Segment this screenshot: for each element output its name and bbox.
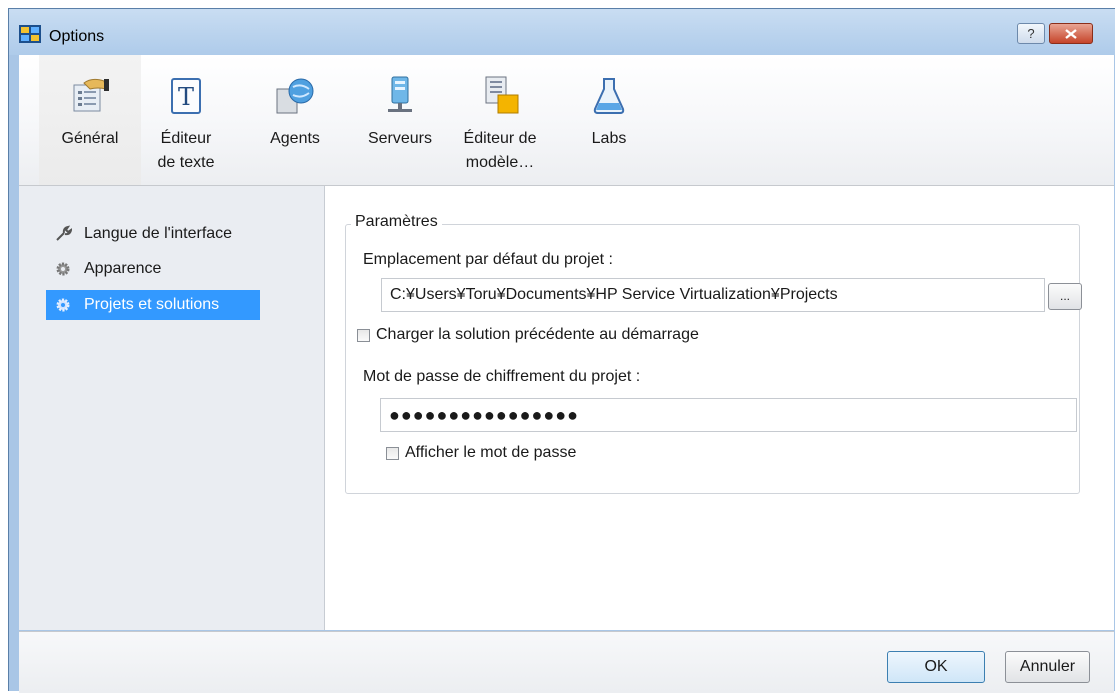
help-button[interactable]: ?	[1017, 23, 1045, 44]
close-button[interactable]	[1049, 23, 1093, 44]
text-editor-icon: T	[171, 78, 201, 114]
default-location-label: Emplacement par défaut du projet :	[363, 251, 613, 268]
tool-label: Serveurs	[367, 130, 433, 147]
window-title: Options	[49, 28, 105, 45]
sidebar-item-label: Langue de l'interface	[84, 225, 233, 242]
dialog-footer: OK Annuler	[19, 631, 1114, 693]
sidebar-item-label: Apparence	[84, 260, 162, 277]
gear-icon	[54, 260, 72, 278]
tool-label: Éditeur de texte	[157, 130, 215, 171]
title-bar[interactable]: Options ?	[9, 9, 1115, 55]
general-settings-icon	[73, 78, 109, 112]
agents-globe-icon	[276, 78, 314, 114]
tool-label: Général	[61, 130, 119, 147]
sidebar-item-projects-solutions[interactable]: Projets et solutions	[46, 290, 260, 320]
category-toolbar: Général T Éditeur de texte Agents Serveu…	[19, 55, 1114, 186]
settings-panel: Paramètres Emplacement par défaut du pro…	[325, 186, 1114, 630]
app-icon	[19, 25, 41, 43]
options-window: Options ? Général T Éditeur de texte Age…	[8, 8, 1115, 693]
close-icon	[1065, 28, 1077, 39]
tool-label: Labs	[591, 130, 627, 147]
tool-agents[interactable]: Agents	[255, 55, 335, 185]
sidebar-item-appearance[interactable]: Apparence	[46, 254, 169, 284]
flask-icon	[593, 78, 625, 114]
tool-label: Agents	[270, 130, 320, 147]
wrench-icon	[54, 225, 72, 243]
model-editor-icon	[485, 76, 519, 114]
tool-model-editor[interactable]: Éditeur de modèle…	[455, 55, 545, 185]
show-password-checkbox[interactable]: Afficher le mot de passe	[386, 444, 576, 462]
help-icon: ?	[1027, 26, 1035, 41]
password-label: Mot de passe de chiffrement du projet :	[363, 368, 641, 385]
checkbox-box[interactable]	[386, 446, 399, 460]
project-location-input[interactable]: C:¥Users¥Toru¥Documents¥HP Service Virtu…	[381, 278, 1045, 312]
tool-label: Éditeur de modèle…	[463, 130, 537, 171]
tool-labs[interactable]: Labs	[579, 55, 639, 185]
checkbox-label: Charger la solution précédente au démarr…	[376, 326, 699, 343]
load-previous-solution-checkbox[interactable]: Charger la solution précédente au démarr…	[357, 326, 699, 344]
gear-icon	[54, 296, 72, 314]
tool-text-editor[interactable]: T Éditeur de texte	[143, 55, 229, 185]
password-input[interactable]: ●●●●●●●●●●●●●●●●	[380, 398, 1077, 432]
tool-general[interactable]: Général	[39, 55, 141, 185]
checkbox-box[interactable]	[357, 328, 370, 342]
ok-button[interactable]: OK	[887, 651, 985, 683]
svg-text:T: T	[178, 83, 194, 111]
server-icon	[388, 76, 412, 112]
tool-servers[interactable]: Serveurs	[355, 55, 445, 185]
checkbox-label: Afficher le mot de passe	[405, 444, 577, 461]
group-title: Paramètres	[351, 213, 442, 231]
options-sidebar: Langue de l'interface Apparence Projets …	[19, 186, 325, 630]
sidebar-item-label: Projets et solutions	[84, 296, 220, 313]
sidebar-item-interface-language[interactable]: Langue de l'interface	[46, 219, 240, 249]
browse-button[interactable]: ...	[1048, 283, 1082, 310]
cancel-button[interactable]: Annuler	[1005, 651, 1090, 683]
